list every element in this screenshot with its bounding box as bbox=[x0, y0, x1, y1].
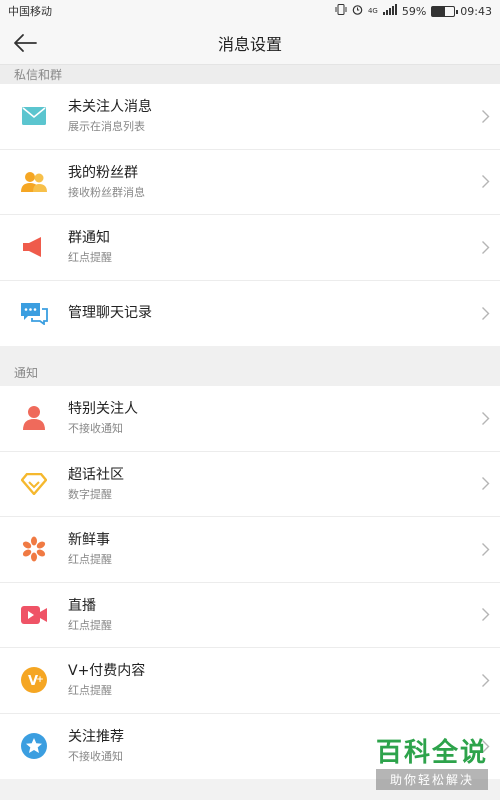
row-title: 未关注人消息 bbox=[68, 99, 152, 116]
star-icon bbox=[0, 732, 68, 760]
battery-percent: 59% bbox=[401, 4, 427, 18]
row-title: 新鲜事 bbox=[68, 532, 110, 549]
signal-icon bbox=[382, 4, 397, 18]
watermark: 百科全说 助你轻松解决 bbox=[375, 732, 488, 790]
chevron-right-icon bbox=[470, 411, 500, 426]
row-text: 直播 红点提醒 bbox=[68, 597, 470, 633]
person-icon bbox=[0, 405, 68, 431]
row-subtitle: 展示在消息列表 bbox=[68, 120, 145, 134]
page-title: 消息设置 bbox=[217, 35, 282, 54]
settings-row[interactable]: 超话社区 数字提醒 bbox=[0, 451, 500, 517]
chevron-right-icon bbox=[470, 673, 500, 688]
chevron-right-icon bbox=[470, 109, 500, 124]
settings-row[interactable]: 新鲜事 红点提醒 bbox=[0, 517, 500, 583]
settings-row[interactable]: 我的粉丝群接收粉丝群消息 bbox=[0, 149, 500, 215]
settings-row[interactable]: 管理聊天记录 bbox=[0, 280, 500, 346]
chevron-right-icon bbox=[470, 607, 500, 622]
clock-time: 09:43 bbox=[460, 4, 492, 18]
row-text: 未关注人消息 展示在消息列表 bbox=[68, 98, 470, 134]
row-subtitle: 接收粉丝群消息 bbox=[68, 185, 145, 199]
status-bar: 中国移动 4G 59% 09:43 bbox=[0, 0, 500, 22]
row-title: 直播 bbox=[68, 597, 96, 614]
watermark-slogan: 助你轻松解决 bbox=[375, 769, 488, 790]
chevron-right-icon bbox=[470, 240, 500, 255]
row-title: 超话社区 bbox=[68, 466, 124, 483]
row-subtitle: 红点提醒 bbox=[68, 251, 112, 265]
row-subtitle: 不接收通知 bbox=[68, 422, 123, 436]
svg-text:+: + bbox=[36, 675, 44, 685]
status-icons: 4G 59% 09:43 bbox=[335, 4, 492, 18]
settings-row[interactable]: 未关注人消息 展示在消息列表 bbox=[0, 84, 500, 150]
row-title: V+付费内容 bbox=[68, 663, 146, 680]
vplus-icon: V + bbox=[0, 666, 68, 694]
row-title: 我的粉丝群 bbox=[68, 164, 138, 181]
carrier-label: 中国移动 bbox=[8, 5, 52, 18]
chevron-right-icon bbox=[470, 174, 500, 189]
diamond-icon bbox=[0, 472, 68, 495]
row-text: 管理聊天记录 bbox=[68, 304, 470, 322]
section-header: 通知 bbox=[0, 346, 500, 386]
battery-fill bbox=[432, 6, 446, 16]
row-text: V+付费内容 红点提醒 bbox=[68, 662, 470, 698]
mail-icon bbox=[0, 106, 68, 126]
chat-icon bbox=[0, 301, 68, 326]
settings-row[interactable]: 特别关注人不接收通知 bbox=[0, 386, 500, 452]
watermark-logo: 百科全说 bbox=[375, 738, 488, 768]
row-title: 群通知 bbox=[68, 230, 110, 247]
nav-bar: 消息设置 bbox=[0, 22, 500, 64]
chevron-right-icon bbox=[470, 306, 500, 321]
video-icon bbox=[0, 604, 68, 626]
row-text: 特别关注人不接收通知 bbox=[68, 400, 470, 436]
section-header: 私信和群 bbox=[0, 64, 500, 84]
chevron-right-icon bbox=[470, 476, 500, 491]
row-subtitle: 数字提醒 bbox=[68, 487, 112, 501]
vibrate-icon bbox=[335, 4, 347, 18]
chevron-right-icon bbox=[470, 542, 500, 557]
settings-row[interactable]: V + V+付费内容 红点提醒 bbox=[0, 648, 500, 714]
megaphone-icon bbox=[0, 235, 68, 259]
row-text: 群通知 红点提醒 bbox=[68, 229, 470, 265]
alarm-icon bbox=[352, 4, 363, 18]
row-subtitle: 红点提醒 bbox=[68, 684, 112, 698]
group-icon bbox=[0, 170, 68, 194]
row-title: 管理聊天记录 bbox=[68, 305, 152, 322]
back-button[interactable] bbox=[10, 28, 40, 58]
back-arrow-icon bbox=[14, 34, 37, 52]
settings-row[interactable]: 群通知 红点提醒 bbox=[0, 215, 500, 281]
row-subtitle: 红点提醒 bbox=[68, 553, 112, 567]
settings-row[interactable]: 直播 红点提醒 bbox=[0, 582, 500, 648]
row-title: 特别关注人 bbox=[68, 401, 138, 418]
settings-list: 未关注人消息 展示在消息列表 我的粉丝群 接收粉丝群消息 群通知 红点提醒 管理聊天记录 bbox=[0, 84, 500, 346]
settings-list: 特别关注人 不接收通知 超话社区 数字提醒 新鲜事 红点提醒 直播 红点提醒 V + V+付费内容红… bbox=[0, 386, 500, 779]
flower-icon bbox=[0, 536, 68, 562]
row-text: 新鲜事 红点提醒 bbox=[68, 531, 470, 567]
battery-icon bbox=[431, 5, 459, 17]
row-text: 超话社区 数字提醒 bbox=[68, 466, 470, 502]
network-label: 4G bbox=[367, 7, 378, 15]
row-subtitle: 红点提醒 bbox=[68, 618, 112, 632]
row-text: 我的粉丝群接收粉丝群消息 bbox=[68, 164, 470, 200]
settings-content: 私信和群 未关注人消息 展示在消息列表 我的粉丝群 接收粉丝群消息 群通知 红点提醒 管理聊天… bbox=[0, 64, 500, 779]
